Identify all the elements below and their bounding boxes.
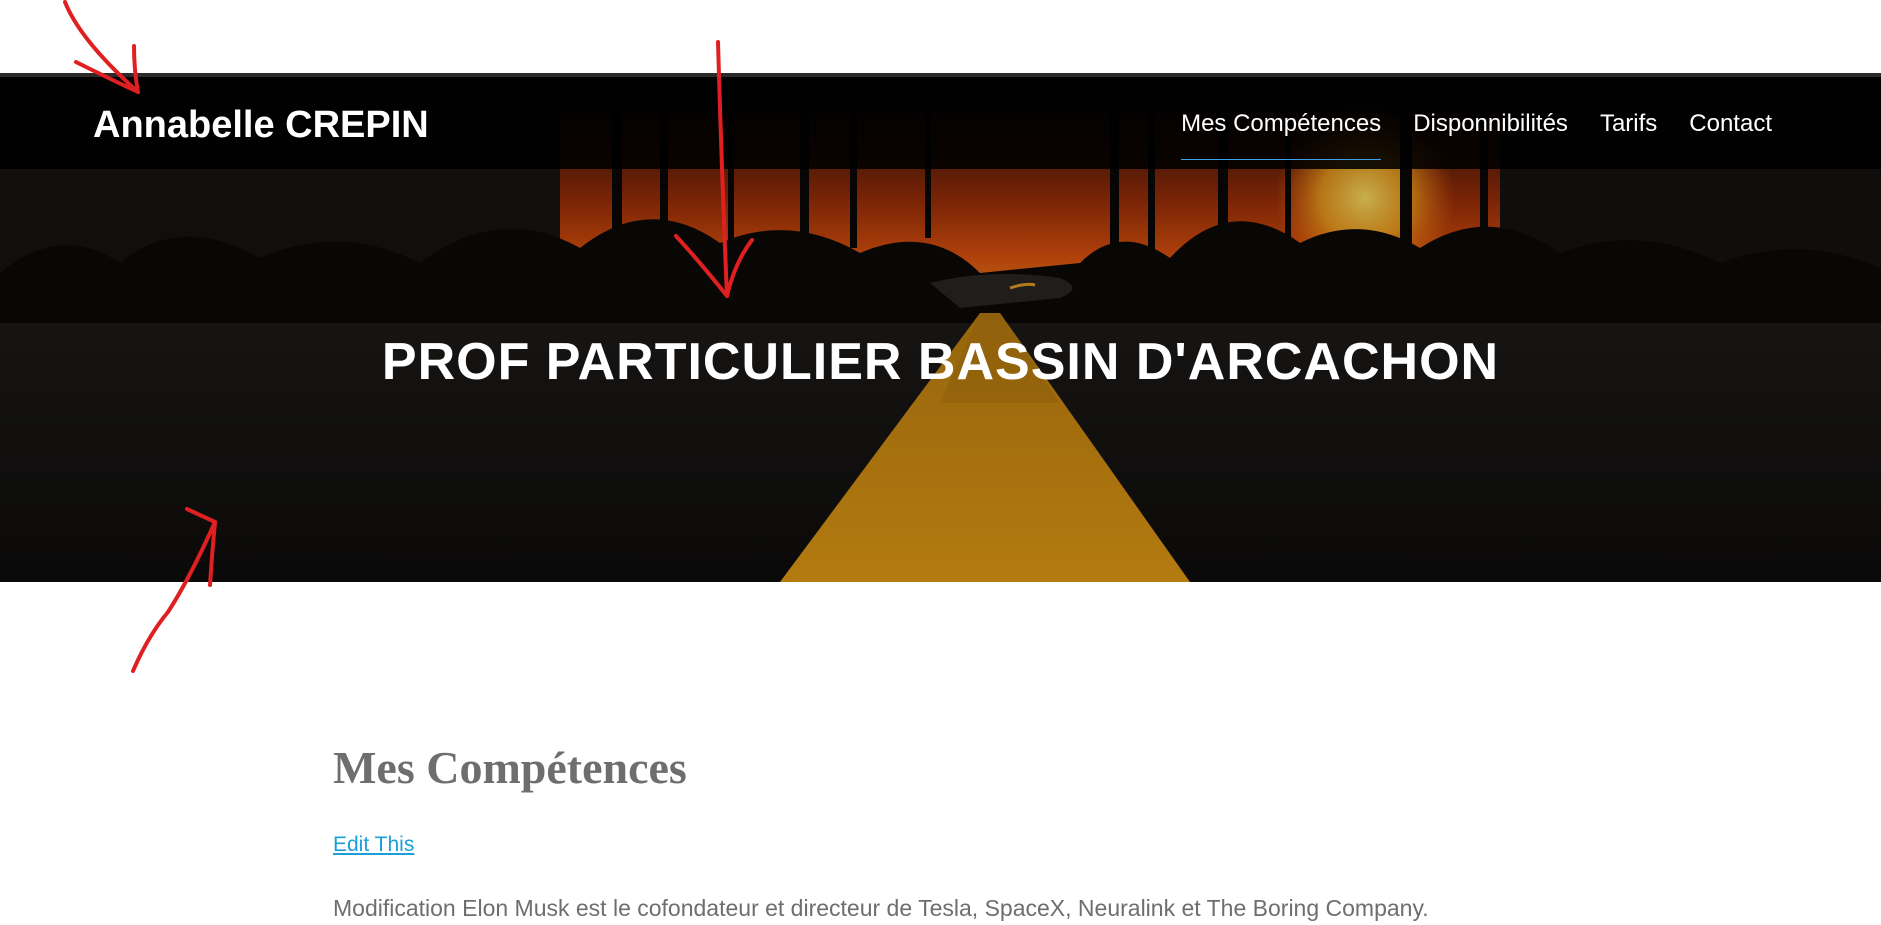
section-title: Mes Compétences	[333, 742, 687, 793]
site-brand-link[interactable]: Annabelle CREPIN	[93, 103, 429, 147]
nav-item-tarifs[interactable]: Tarifs	[1600, 109, 1657, 160]
nav-menu: Mes Compétences Disponnibilités Tarifs C…	[1181, 109, 1772, 160]
top-navbar: Annabelle CREPIN Mes Compétences Disponn…	[0, 73, 1881, 169]
main-content: Mes Compétences Edit This Modification E…	[333, 740, 1573, 921]
nav-item-mes-competences[interactable]: Mes Compétences	[1181, 109, 1382, 160]
nav-item-contact[interactable]: Contact	[1689, 109, 1772, 160]
nav-item-disponnibilites[interactable]: Disponnibilités	[1413, 109, 1568, 160]
edit-this-link[interactable]: Edit This	[333, 832, 414, 858]
page: Annabelle CREPIN Mes Compétences Disponn…	[0, 0, 1881, 925]
section-body-text: Modification Elon Musk est le cofondateu…	[333, 895, 1429, 921]
hero-title: PROF PARTICULIER BASSIN D'ARCACHON	[381, 333, 1500, 391]
